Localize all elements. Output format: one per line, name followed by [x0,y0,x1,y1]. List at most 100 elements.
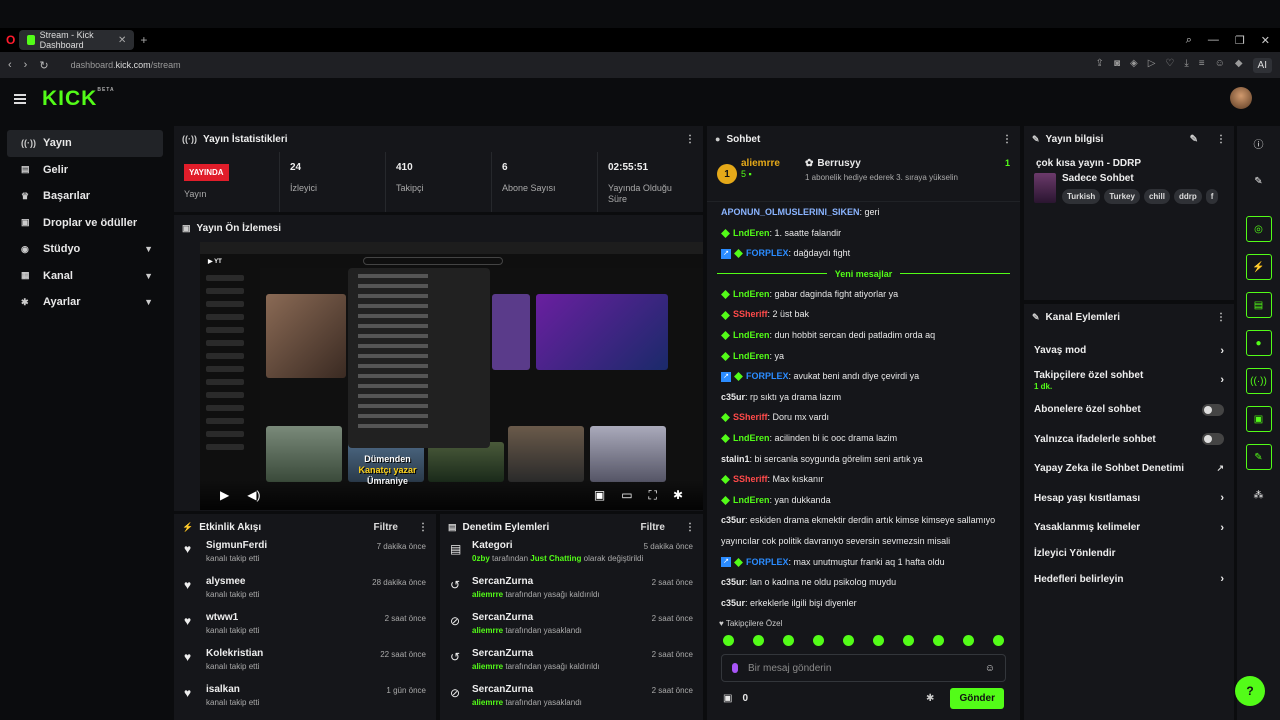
chat-username[interactable]: LndEren [733,228,770,238]
kick-logo[interactable]: KICKBETA [42,87,115,111]
sidebar-item-yayin[interactable]: ((·)) Yayın [7,130,163,157]
close-window-icon[interactable]: ✕ [1261,34,1270,47]
emote-icon[interactable] [753,634,764,646]
sidebar-item-studyo[interactable]: ◉ Stüdyo ▼ [7,236,163,263]
action-ai-moderation[interactable]: Yapay Zeka ile Sohbet Denetimi ↗ [1024,454,1234,484]
subscribers-only-toggle[interactable] [1202,403,1224,416]
share-icon[interactable]: ⇪ [1096,58,1104,73]
filter-button[interactable]: Filtre [641,522,665,533]
chat-username[interactable]: FORPLEX [746,248,789,258]
extension-icon[interactable]: ◆ [1235,58,1243,73]
action-slow-mode[interactable]: Yavaş mod › [1024,336,1234,366]
emote-icon[interactable] [813,634,824,646]
stream-preview-video[interactable]: ▶ YT DümendenKanatçı yazarÜmraniye ▶ ◀) … [200,242,703,510]
layout-icon[interactable]: ⁂ [1246,482,1272,508]
emote-icon[interactable] [723,634,734,646]
chat-username[interactable]: FORPLEX [746,557,789,567]
chat-username[interactable]: c35ur [721,515,745,525]
kebab-menu-icon[interactable]: ⋮ [685,134,695,145]
action-account-age[interactable]: Hesap yaşı kısıtlaması › [1024,484,1234,514]
chat-username[interactable]: c35ur [721,392,745,402]
emote-icon[interactable] [903,634,914,646]
play-icon[interactable]: ▷ [1148,58,1156,73]
ai-button[interactable]: AI [1252,57,1272,73]
chat-username[interactable]: c35ur [721,577,745,587]
reload-icon[interactable]: ↻ [39,59,48,72]
kebab-menu-icon[interactable]: ⋮ [1216,134,1226,145]
preview-icon[interactable]: ▣ [1245,406,1272,432]
emote-icon[interactable] [933,634,944,646]
emoji-icon[interactable]: ☺ [985,663,995,674]
chat-username[interactable]: LndEren [733,433,770,443]
new-tab-icon[interactable]: + [140,33,147,47]
sidebar-item-droplar[interactable]: ▣ Droplar ve ödüller [7,210,163,237]
emote-icon[interactable] [783,634,794,646]
url-field[interactable]: dashboard.kick.com/stream [71,60,181,70]
back-icon[interactable]: ‹ [8,59,12,71]
kebab-menu-icon[interactable]: ⋮ [685,522,695,533]
action-raid[interactable]: İzleyici Yönlendir [1024,543,1234,565]
filter-button[interactable]: Filtre [374,522,398,533]
chat-username[interactable]: stalin1 [721,454,750,464]
emote-icon[interactable] [963,634,974,646]
chat-input[interactable]: Bir mesaj gönderin ☺ [721,654,1006,683]
search-icon[interactable]: ⌕ [1186,34,1192,47]
edit-icon[interactable]: ✎ [1190,134,1198,145]
chat-username[interactable]: SSheriff [733,309,768,319]
chat-icon[interactable]: ● [1245,330,1272,356]
forward-icon[interactable]: › [24,59,28,71]
gear-icon[interactable]: ✱ [926,693,934,704]
close-tab-icon[interactable]: ✕ [118,35,126,46]
sidebar-item-basarilar[interactable]: ♛ Başarılar [7,183,163,210]
play-icon[interactable]: ▶ [220,488,229,502]
download-icon[interactable]: ⤓ [1184,58,1188,73]
chat-username[interactable]: SSheriff [733,474,768,484]
microphone-icon[interactable] [732,663,738,674]
kebab-menu-icon[interactable]: ⋮ [418,522,428,533]
chat-username[interactable]: FORPLEX [746,371,789,381]
pip-icon[interactable]: ▣ [594,488,605,503]
emotes-only-toggle[interactable] [1202,433,1224,446]
opera-logo-icon[interactable]: O [6,33,15,47]
kebab-menu-icon[interactable]: ⋮ [1002,134,1012,145]
chat-username[interactable]: APONUN_OLMUSLERINI_SIKEN [721,207,860,217]
action-banned-words[interactable]: Yasaklanmış kelimeler › [1024,513,1234,543]
browser-tab[interactable]: Stream - Kick Dashboard ✕ [19,30,135,50]
hamburger-menu-icon[interactable] [14,94,26,104]
shield-icon[interactable]: ◈ [1130,58,1138,73]
chat-username[interactable]: LndEren [733,289,770,299]
broadcast-icon[interactable]: ((·)) [1245,368,1272,394]
chat-username[interactable]: LndEren [733,330,770,340]
menu-icon[interactable]: ≡ [1199,58,1205,73]
wrench-icon[interactable]: ✎ [1245,444,1272,470]
chat-username[interactable]: LndEren [733,495,770,505]
edit-icon[interactable]: ✎ [1246,168,1272,194]
heart-icon[interactable]: ♡ [1165,58,1174,73]
focus-icon[interactable]: ◎ [1245,216,1272,242]
gift-icon[interactable]: ▣ [723,693,732,704]
send-button[interactable]: Gönder [950,687,1004,709]
theater-icon[interactable]: ▭ [621,488,632,503]
restore-icon[interactable]: ❐ [1235,34,1245,47]
minimize-icon[interactable]: — [1208,34,1219,47]
help-button[interactable]: ? [1235,676,1265,706]
lightning-icon[interactable]: ⚡ [1245,254,1272,280]
chat-username[interactable]: LndEren [733,351,770,361]
emote-icon[interactable] [843,634,854,646]
action-set-goals[interactable]: Hedefleri belirleyin › [1024,565,1234,595]
profile-icon[interactable]: ☺ [1215,58,1225,73]
document-icon[interactable]: ▤ [1245,292,1272,318]
emote-icon[interactable] [873,634,884,646]
info-icon[interactable]: ⓘ [1246,130,1272,156]
avatar[interactable] [1230,87,1252,109]
chat-username[interactable]: SSheriff [733,412,768,422]
sidebar-item-gelir[interactable]: ▤ Gelir [7,157,163,184]
action-followers-only[interactable]: Takipçilere özel sohbet 1 dk. › [1024,366,1234,396]
kebab-menu-icon[interactable]: ⋮ [1216,312,1226,323]
camera-icon[interactable]: ◙ [1114,58,1120,73]
volume-icon[interactable]: ◀) [247,488,260,502]
emote-icon[interactable] [993,634,1004,646]
gear-icon[interactable]: ✱ [673,488,683,503]
sidebar-item-ayarlar[interactable]: ✱ Ayarlar ▼ [7,289,163,316]
fullscreen-icon[interactable]: ⛶ [649,488,657,503]
